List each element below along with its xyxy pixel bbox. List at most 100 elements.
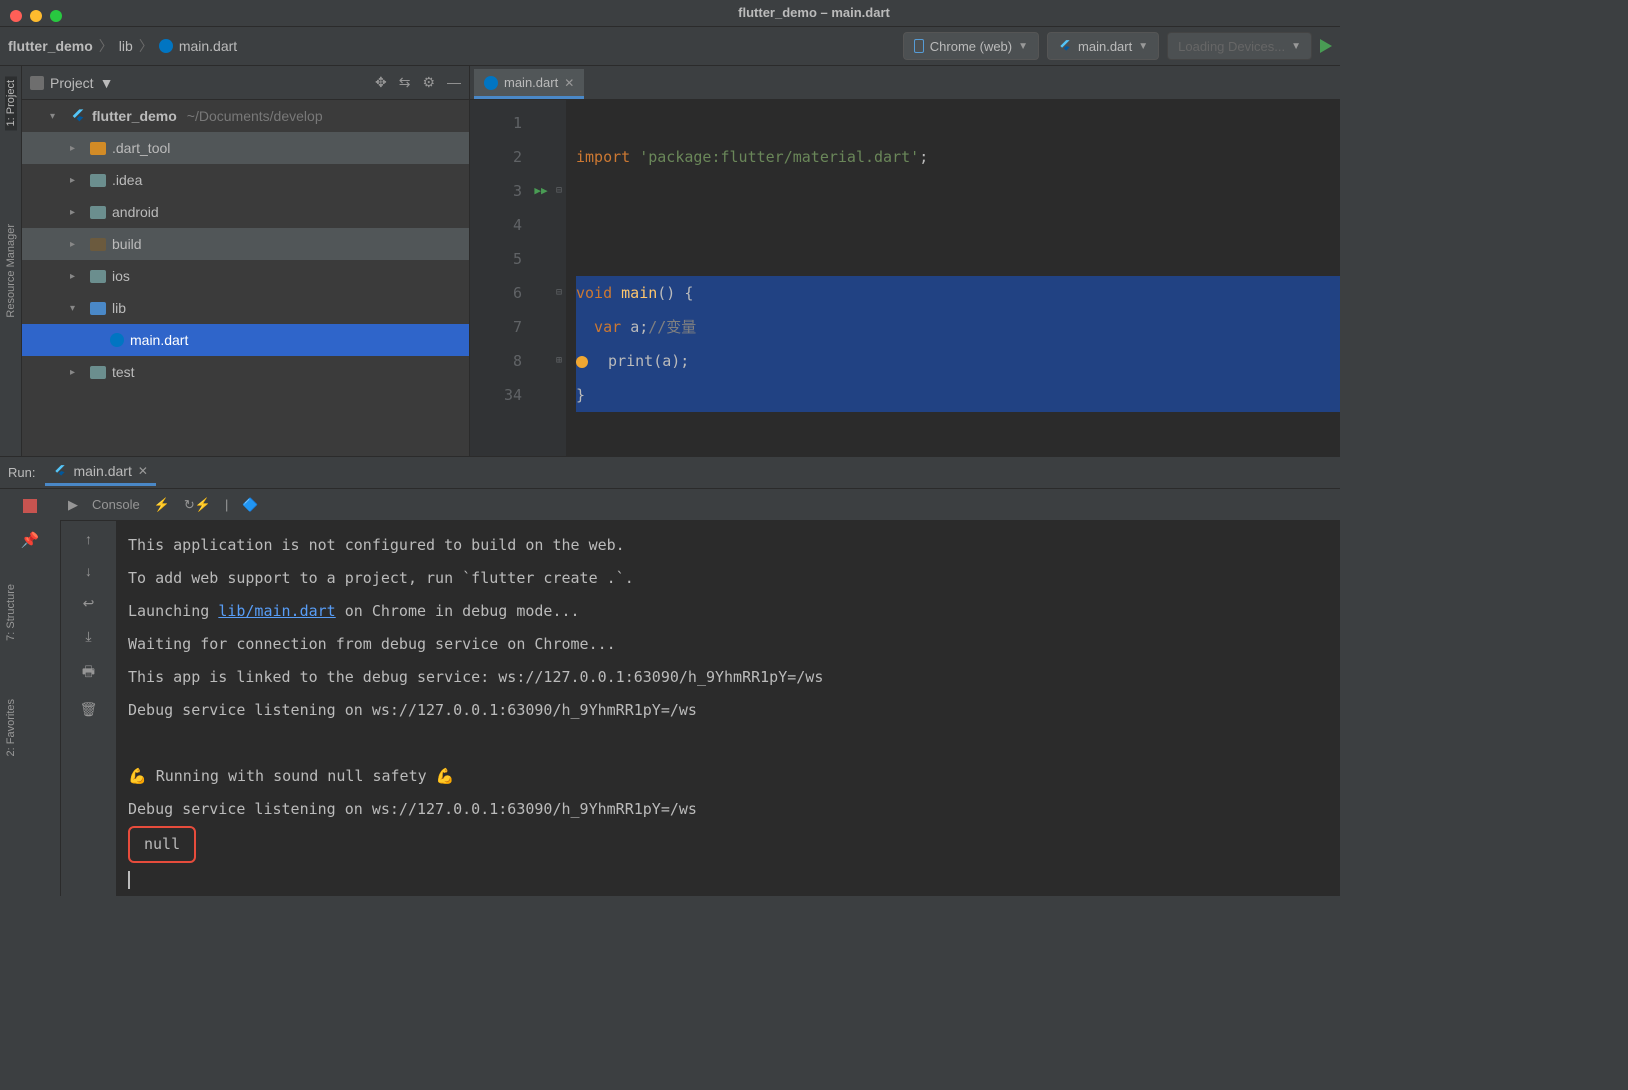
console-line: This app is linked to the debug service:…	[128, 661, 1340, 694]
gutter-marks: ▶▶	[530, 100, 552, 456]
hot-restart-icon[interactable]: ↻⚡	[184, 497, 211, 513]
run-button[interactable]	[1320, 39, 1332, 53]
editor-tab-label: main.dart	[504, 75, 558, 90]
tree-item-main-dart[interactable]: main.dart	[22, 324, 469, 356]
minimize-panel-icon[interactable]: —	[447, 74, 461, 91]
run-config-selector[interactable]: main.dart ▼	[1047, 32, 1159, 60]
loading-label: Loading Devices...	[1178, 39, 1285, 54]
project-panel: Project ▼ ✥ ⇆ ⚙ — ▾ flutter_demo ~/Docum…	[22, 66, 470, 456]
gear-icon[interactable]: ⚙	[422, 74, 435, 91]
console-line: This application is not configured to bu…	[128, 529, 1340, 562]
device-label: Chrome (web)	[930, 39, 1012, 54]
window-zoom-button[interactable]	[50, 10, 62, 22]
editor-pane: main.dart ✕ 1234567834 ▶▶ ⊟ ⊟ ⊞ import '…	[470, 66, 1340, 456]
flutter-icon	[1058, 39, 1072, 53]
console-line: 💪 Running with sound null safety 💪	[128, 760, 1340, 793]
side-tab-resource[interactable]: Resource Manager	[5, 220, 17, 322]
console-label: Console	[92, 497, 140, 512]
dart-file-icon	[484, 76, 498, 90]
highlight-box: null	[128, 826, 196, 863]
side-tab-structure[interactable]: 7: Structure	[5, 580, 17, 645]
tree-label: android	[112, 204, 159, 220]
pin-icon[interactable]: 📌	[21, 531, 40, 549]
chevron-down-icon: ▼	[1018, 41, 1028, 52]
console-link[interactable]: lib/main.dart	[218, 602, 335, 620]
soft-wrap-icon[interactable]: ↩	[83, 595, 95, 612]
left-tool-tabs: 1: Project Resource Manager	[0, 66, 22, 456]
intention-bulb-icon[interactable]	[576, 356, 588, 368]
tree-item-build[interactable]: ▸build	[22, 228, 469, 260]
folder-icon	[90, 270, 106, 283]
tree-root-label: flutter_demo	[92, 108, 177, 124]
run-tool-window: Run: main.dart ✕ 📌 ▶ Console ⚡ ↻⚡ | 🔷 ↑	[0, 456, 1340, 896]
main-toolbar: flutter_demo 〉 lib 〉 main.dart Chrome (w…	[0, 26, 1340, 66]
title-bar: flutter_demo – main.dart	[0, 0, 1340, 26]
console-toolbar: ▶ Console ⚡ ↻⚡ | 🔷	[60, 489, 1340, 521]
close-icon[interactable]: ✕	[564, 76, 574, 90]
tree-item-dart-tool[interactable]: ▸.dart_tool	[22, 132, 469, 164]
side-tab-project[interactable]: 1: Project	[5, 76, 17, 130]
window-minimize-button[interactable]	[30, 10, 42, 22]
folder-icon	[90, 238, 106, 251]
console-play-icon[interactable]: ▶	[68, 497, 78, 513]
tree-item-test[interactable]: ▸test	[22, 356, 469, 388]
tree-item-android[interactable]: ▸android	[22, 196, 469, 228]
breadcrumb-project[interactable]: flutter_demo	[8, 38, 93, 54]
scroll-down-icon[interactable]: ↓	[85, 563, 92, 579]
code-editor[interactable]: 1234567834 ▶▶ ⊟ ⊟ ⊞ import 'package:flut…	[470, 100, 1340, 456]
tree-item-lib[interactable]: ▾lib	[22, 292, 469, 324]
chevron-down-icon: ▼	[1138, 41, 1148, 52]
window-close-button[interactable]	[10, 10, 22, 22]
console-line-null: null	[128, 826, 1340, 863]
locate-icon[interactable]: ✥	[375, 74, 387, 91]
device-selector[interactable]: Chrome (web) ▼	[903, 32, 1039, 60]
code-text[interactable]: import 'package:flutter/material.dart'; …	[566, 100, 1340, 456]
run-gutter-icon[interactable]: ▶▶	[530, 174, 552, 208]
loading-devices-button[interactable]: Loading Devices... ▼	[1167, 32, 1312, 60]
breadcrumb[interactable]: flutter_demo 〉 lib 〉 main.dart	[8, 36, 237, 56]
tree-item-idea[interactable]: ▸.idea	[22, 164, 469, 196]
close-icon[interactable]: ✕	[138, 464, 148, 478]
scroll-to-end-icon[interactable]: ⤓	[85, 628, 91, 645]
project-view-selector[interactable]: Project ▼	[30, 75, 113, 91]
line-numbers: 1234567834	[470, 100, 530, 456]
stop-button[interactable]	[23, 499, 37, 513]
folder-icon	[90, 302, 106, 315]
flutter-icon	[53, 464, 67, 478]
tree-label: ios	[112, 268, 130, 284]
breadcrumb-folder[interactable]: lib	[119, 38, 133, 54]
console-line: Debug service listening on ws://127.0.0.…	[128, 694, 1340, 727]
hot-reload-icon[interactable]: ⚡	[154, 497, 170, 513]
run-header: Run: main.dart ✕	[0, 457, 1340, 489]
side-tab-favorites[interactable]: 2: Favorites	[5, 695, 17, 760]
run-tab-label: main.dart	[73, 463, 131, 479]
project-tree[interactable]: ▾ flutter_demo ~/Documents/develop ▸.dar…	[22, 100, 469, 456]
run-label: Run:	[8, 465, 35, 480]
editor-tabs: main.dart ✕	[470, 66, 1340, 100]
project-icon	[30, 76, 44, 90]
fold-column[interactable]: ⊟ ⊟ ⊞	[552, 100, 566, 456]
device-icon	[914, 39, 924, 53]
console-output[interactable]: This application is not configured to bu…	[116, 521, 1340, 896]
run-tab[interactable]: main.dart ✕	[45, 459, 155, 486]
collapse-icon[interactable]: ⇆	[399, 74, 411, 91]
tree-item-ios[interactable]: ▸ios	[22, 260, 469, 292]
devtools-icon[interactable]: 🔷	[242, 497, 258, 513]
print-icon[interactable]: 🖶	[82, 661, 95, 685]
scroll-up-icon[interactable]: ↑	[85, 531, 92, 547]
tree-label: main.dart	[130, 332, 188, 348]
tree-label: .dart_tool	[112, 140, 170, 156]
tree-root[interactable]: ▾ flutter_demo ~/Documents/develop	[22, 100, 469, 132]
console-line: To add web support to a project, run `fl…	[128, 562, 1340, 595]
tree-label: test	[112, 364, 135, 380]
folder-icon	[90, 366, 106, 379]
chevron-down-icon: ▼	[100, 75, 114, 91]
breadcrumb-file[interactable]: main.dart	[179, 38, 237, 54]
trash-icon[interactable]: 🗑	[80, 701, 98, 718]
console-line: Waiting for connection from debug servic…	[128, 628, 1340, 661]
console-line: Debug service listening on ws://127.0.0.…	[128, 793, 1340, 826]
tree-label: .idea	[112, 172, 142, 188]
folder-icon	[90, 206, 106, 219]
flutter-icon	[70, 108, 86, 124]
editor-tab-main[interactable]: main.dart ✕	[474, 69, 584, 99]
